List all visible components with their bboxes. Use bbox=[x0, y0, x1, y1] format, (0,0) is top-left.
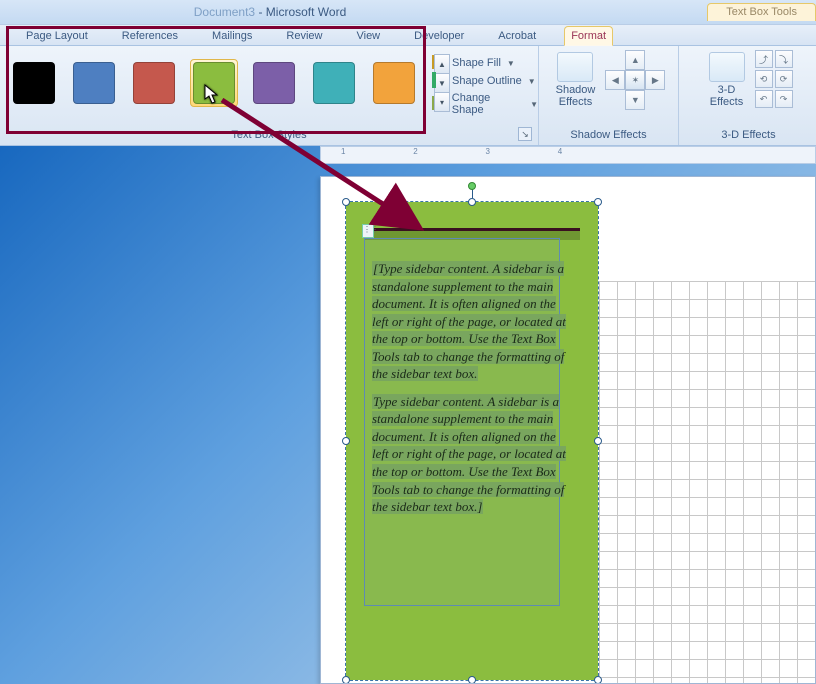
three-d-effects-button[interactable]: 3-D Effects bbox=[705, 50, 749, 110]
ruler-mark: 2 bbox=[413, 147, 483, 156]
resize-handle-ml[interactable] bbox=[342, 437, 350, 445]
change-shape-label: Change Shape bbox=[452, 92, 524, 116]
tilt-up[interactable]: ⤴ bbox=[755, 50, 773, 68]
sidebar-paragraph-1: [Type sidebar content. A sidebar is a st… bbox=[372, 261, 566, 381]
chevron-down-icon: ▼ bbox=[528, 77, 536, 86]
resize-handle-bl[interactable] bbox=[342, 676, 350, 684]
shadow-effects-button-label: Shadow Effects bbox=[556, 84, 596, 108]
sidebar-paragraph-2: Type sidebar content. A sidebar is a sta… bbox=[372, 394, 566, 514]
resize-handle-br[interactable] bbox=[594, 676, 602, 684]
tilt-right[interactable]: ⟳ bbox=[775, 70, 793, 88]
move-grip-icon[interactable]: ⋮⋮ bbox=[362, 224, 374, 238]
nudge-right[interactable]: ▶ bbox=[645, 70, 665, 90]
style-swatch-red[interactable] bbox=[133, 62, 175, 104]
ruler-mark: 4 bbox=[558, 147, 628, 156]
resize-handle-bm[interactable] bbox=[468, 676, 476, 684]
window-title: Document3 - Microsoft Word bbox=[0, 5, 540, 19]
nudge-left[interactable]: ◀ bbox=[605, 70, 625, 90]
resize-handle-tl[interactable] bbox=[342, 198, 350, 206]
ribbon-body: ▲ ▼ ▾ Shape Fill ▼ Shape Outline ▼ Chang… bbox=[0, 46, 816, 146]
chevron-down-icon: ▼ bbox=[530, 100, 538, 109]
style-swatch-blue[interactable] bbox=[73, 62, 115, 104]
shadow-nudge-grid: ▲ ◀✶▶ ▼ bbox=[605, 50, 665, 110]
change-shape-button[interactable]: Change Shape ▼ bbox=[432, 90, 538, 118]
tab-view[interactable]: View bbox=[350, 27, 386, 45]
app-name: Microsoft Word bbox=[266, 5, 346, 19]
styles-dialog-launcher[interactable]: ↘ bbox=[518, 127, 532, 141]
shadow-group-label: Shadow Effects bbox=[539, 125, 678, 141]
chevron-down-icon: ▼ bbox=[507, 59, 515, 68]
tilt-down[interactable]: ⤵ bbox=[775, 50, 793, 68]
tab-page-layout[interactable]: Page Layout bbox=[20, 27, 94, 45]
page[interactable]: ⋮⋮ [Type sidebar content. A sidebar is a… bbox=[320, 176, 816, 684]
shadow-icon bbox=[557, 52, 593, 82]
horizontal-ruler[interactable]: 1 2 3 4 bbox=[320, 146, 816, 164]
gridlines bbox=[599, 281, 815, 683]
rotation-handle[interactable] bbox=[468, 182, 476, 190]
tab-review[interactable]: Review bbox=[280, 27, 328, 45]
shape-outline-label: Shape Outline bbox=[452, 75, 522, 87]
shape-fill-button[interactable]: Shape Fill ▼ bbox=[432, 54, 538, 72]
shadow-effects-button[interactable]: Shadow Effects bbox=[552, 50, 600, 110]
tab-mailings[interactable]: Mailings bbox=[206, 27, 258, 45]
three-d-effects-group: 3-D Effects ⤴⤵ ⟲⟳ ↶↷ 3-D Effects bbox=[678, 46, 816, 145]
rotate-right[interactable]: ↷ bbox=[775, 90, 793, 108]
text-box-styles-group: ▲ ▼ ▾ Shape Fill ▼ Shape Outline ▼ Chang… bbox=[0, 46, 538, 145]
tab-format[interactable]: Format bbox=[564, 26, 613, 46]
ruler-mark: 1 bbox=[341, 147, 411, 156]
tab-acrobat[interactable]: Acrobat bbox=[492, 27, 542, 45]
style-swatch-olive-green[interactable] bbox=[193, 62, 235, 104]
style-swatch-black[interactable] bbox=[13, 62, 55, 104]
no-shadow[interactable]: ✶ bbox=[625, 70, 645, 90]
ribbon-tabs: Page Layout References Mailings Review V… bbox=[0, 24, 816, 46]
text-box-content[interactable]: [Type sidebar content. A sidebar is a st… bbox=[372, 260, 572, 526]
style-swatch-teal[interactable] bbox=[313, 62, 355, 104]
tab-developer[interactable]: Developer bbox=[408, 27, 470, 45]
document-name: Document3 bbox=[194, 5, 255, 19]
cube-icon bbox=[709, 52, 745, 82]
styles-group-label: Text Box Styles bbox=[0, 129, 538, 141]
three-d-rotate-grid: ⤴⤵ ⟲⟳ ↶↷ bbox=[755, 50, 793, 108]
pencil-outline-icon bbox=[432, 74, 448, 88]
shape-tools: Shape Fill ▼ Shape Outline ▼ Change Shap… bbox=[432, 54, 538, 118]
resize-handle-tm[interactable] bbox=[468, 198, 476, 206]
title-bar: Document3 - Microsoft Word Text Box Tool… bbox=[0, 0, 816, 24]
shape-fill-label: Shape Fill bbox=[452, 57, 501, 69]
style-swatch-orange[interactable] bbox=[373, 62, 415, 104]
text-box-selection[interactable]: ⋮⋮ [Type sidebar content. A sidebar is a… bbox=[345, 201, 599, 681]
tilt-left[interactable]: ⟲ bbox=[755, 70, 773, 88]
bucket-icon bbox=[432, 56, 448, 70]
contextual-tab-group: Text Box Tools bbox=[707, 3, 816, 21]
shadow-effects-group: Shadow Effects ▲ ◀✶▶ ▼ Shadow Effects bbox=[538, 46, 678, 145]
rotate-left[interactable]: ↶ bbox=[755, 90, 773, 108]
three-d-button-label: 3-D Effects bbox=[710, 84, 743, 108]
three-d-group-label: 3-D Effects bbox=[679, 125, 816, 141]
change-shape-icon bbox=[432, 97, 448, 111]
resize-handle-tr[interactable] bbox=[594, 198, 602, 206]
tab-references[interactable]: References bbox=[116, 27, 184, 45]
ruler-mark: 3 bbox=[485, 147, 555, 156]
resize-handle-mr[interactable] bbox=[594, 437, 602, 445]
nudge-down[interactable]: ▼ bbox=[625, 90, 645, 110]
shape-outline-button[interactable]: Shape Outline ▼ bbox=[432, 72, 538, 90]
style-swatch-purple[interactable] bbox=[253, 62, 295, 104]
nudge-up[interactable]: ▲ bbox=[625, 50, 645, 70]
